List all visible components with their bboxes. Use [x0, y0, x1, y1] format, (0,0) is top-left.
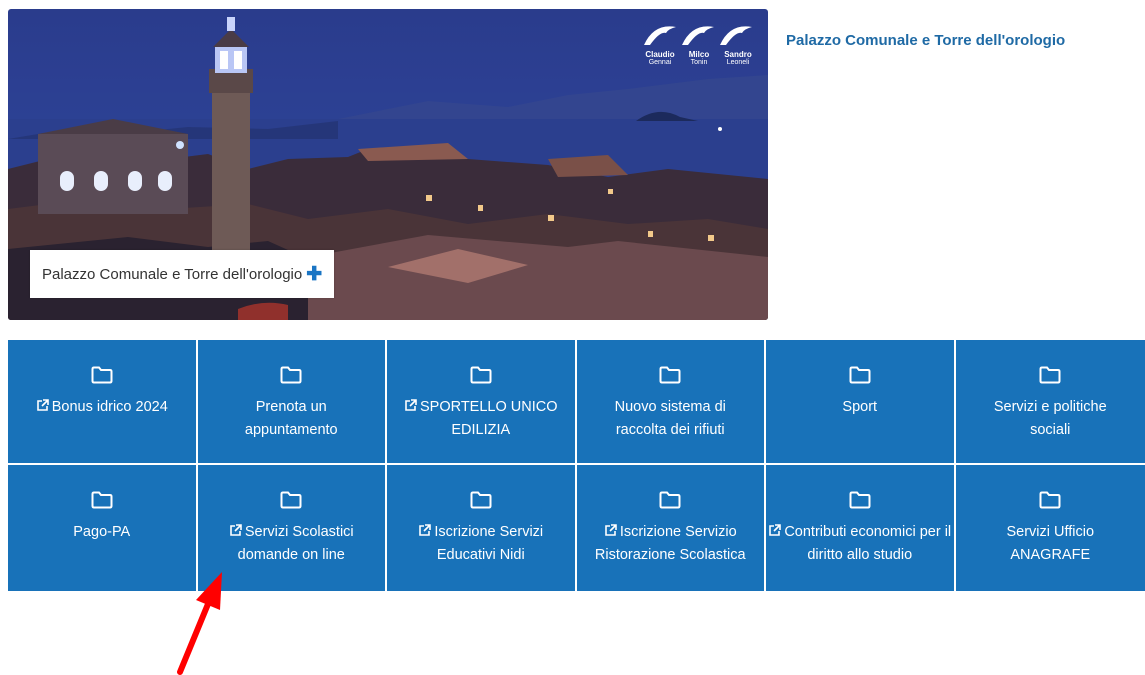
folder-icon [849, 491, 871, 509]
external-link-icon [768, 524, 781, 537]
folder-icon [91, 366, 113, 384]
tile-label: Contributi economici per il diritto allo… [784, 524, 951, 563]
annotation-arrow-icon [170, 570, 240, 675]
folder-icon [1039, 491, 1061, 509]
tile-contributi-economici[interactable]: Contributi economici per il diritto allo… [766, 465, 956, 591]
folder-icon [280, 366, 302, 384]
tile-label: Iscrizione Servizio Ristorazione Scolast… [595, 524, 746, 563]
tile-politiche-sociali[interactable]: Servizi e politiche sociali [956, 340, 1145, 465]
tile-raccolta-rifiuti[interactable]: Nuovo sistema di raccolta dei rifiuti [577, 340, 767, 465]
dolphin-icon [640, 19, 758, 49]
external-link-icon [36, 399, 49, 412]
services-grid: Bonus idrico 2024 Prenota un appuntament… [8, 340, 1145, 591]
folder-icon [659, 366, 681, 384]
folder-icon [470, 491, 492, 509]
hero-slideshow[interactable]: ClaudioGennai MilcoTonin SandroLeoneli P… [8, 9, 768, 320]
folder-icon [1039, 366, 1061, 384]
slide-title-link[interactable]: Palazzo Comunale e Torre dell'orologio [786, 32, 1065, 49]
logo-name-1: ClaudioGennai [642, 51, 678, 67]
tile-label: Prenota un appuntamento [245, 399, 338, 438]
folder-icon [849, 366, 871, 384]
logo-name-2: MilcoTonin [681, 51, 717, 67]
external-link-icon [418, 524, 431, 537]
tile-label: Pago-PA [73, 524, 130, 540]
folder-icon [470, 366, 492, 384]
tile-label: Servizi Scolastici domande on line [238, 524, 354, 563]
tile-label: Servizi Ufficio ANAGRAFE [1006, 524, 1094, 563]
tile-label: SPORTELLO UNICO EDILIZIA [420, 399, 558, 438]
tile-ufficio-anagrafe[interactable]: Servizi Ufficio ANAGRAFE [956, 465, 1145, 591]
tile-label: Servizi e politiche sociali [994, 399, 1107, 438]
tile-label: Sport [842, 399, 877, 415]
tile-sportello-edilizia[interactable]: SPORTELLO UNICO EDILIZIA [387, 340, 577, 465]
hero-caption[interactable]: Palazzo Comunale e Torre dell'orologio ✚ [30, 250, 334, 298]
tile-label: Nuovo sistema di raccolta dei rifiuti [615, 399, 726, 438]
external-link-icon [404, 399, 417, 412]
tile-ristorazione-scolastica[interactable]: Iscrizione Servizio Ristorazione Scolast… [577, 465, 767, 591]
plus-icon[interactable]: ✚ [306, 267, 322, 282]
candidates-logo: ClaudioGennai MilcoTonin SandroLeoneli [640, 19, 758, 69]
external-link-icon [604, 524, 617, 537]
tile-label: Bonus idrico 2024 [52, 399, 168, 415]
folder-icon [659, 491, 681, 509]
tile-sport[interactable]: Sport [766, 340, 956, 465]
tile-iscrizione-nidi[interactable]: Iscrizione Servizi Educativi Nidi [387, 465, 577, 591]
tile-label: Iscrizione Servizi Educativi Nidi [434, 524, 543, 563]
tile-prenota-appuntamento[interactable]: Prenota un appuntamento [198, 340, 388, 465]
hero-caption-text: Palazzo Comunale e Torre dell'orologio [42, 266, 302, 283]
logo-name-3: SandroLeoneli [720, 51, 756, 67]
folder-icon [91, 491, 113, 509]
external-link-icon [229, 524, 242, 537]
folder-icon [280, 491, 302, 509]
tile-bonus-idrico[interactable]: Bonus idrico 2024 [8, 340, 198, 465]
